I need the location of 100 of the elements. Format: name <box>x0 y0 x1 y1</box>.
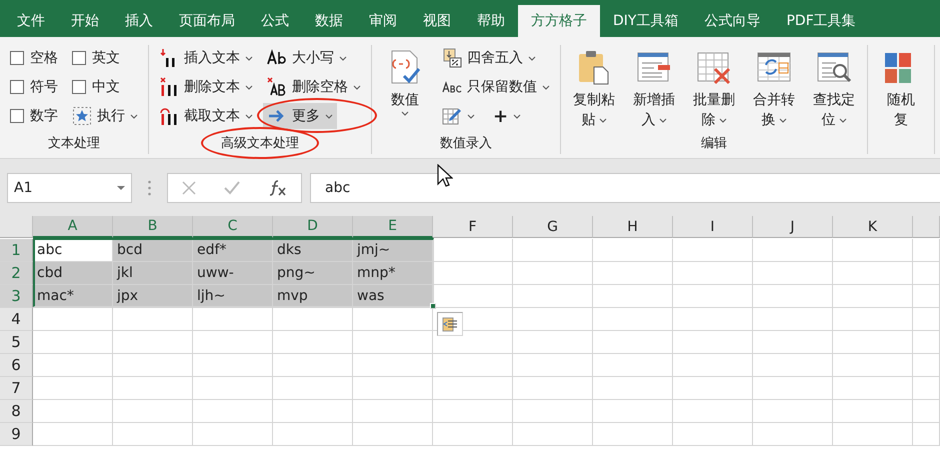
column-header[interactable]: A <box>33 216 113 238</box>
row-header[interactable]: 2 <box>0 262 33 285</box>
table-cell[interactable] <box>433 377 513 400</box>
table-cell[interactable] <box>673 400 753 423</box>
ribbon-large-button[interactable]: 复制粘 贴 <box>567 45 621 134</box>
table-cell[interactable] <box>193 354 273 377</box>
table-cell[interactable] <box>753 331 833 354</box>
table-cell[interactable] <box>913 285 940 308</box>
table-cell[interactable] <box>513 262 593 285</box>
table-cell[interactable] <box>673 239 753 262</box>
ribbon-large-button[interactable]: 查找定 位 <box>807 45 861 134</box>
table-cell[interactable] <box>753 423 833 446</box>
table-cell[interactable] <box>513 285 593 308</box>
table-cell[interactable]: dks <box>273 239 353 262</box>
column-header[interactable]: E <box>353 216 433 238</box>
table-cell[interactable] <box>113 331 193 354</box>
ribbon-tab[interactable]: 开始 <box>58 5 112 37</box>
checkbox[interactable] <box>10 51 24 65</box>
table-cell[interactable] <box>513 377 593 400</box>
table-cell[interactable] <box>513 331 593 354</box>
ribbon-button[interactable]: 插入文本 <box>155 45 257 71</box>
checkbox[interactable] <box>10 109 24 123</box>
row-header[interactable]: 7 <box>0 377 33 400</box>
ribbon-tab[interactable]: 方方格子 <box>518 5 600 37</box>
table-cell[interactable] <box>353 308 433 331</box>
table-cell[interactable] <box>913 262 940 285</box>
table-cell[interactable] <box>593 262 673 285</box>
table-cell[interactable]: mnp* <box>353 262 433 285</box>
ribbon-tab[interactable]: 数据 <box>302 5 356 37</box>
ribbon-large-button[interactable]: 数值 <box>378 45 432 134</box>
ribbon-large-button[interactable]: 随机 复 <box>874 45 928 154</box>
table-cell[interactable] <box>113 400 193 423</box>
table-cell[interactable] <box>273 331 353 354</box>
table-cell[interactable] <box>753 285 833 308</box>
table-cell[interactable] <box>913 331 940 354</box>
table-cell[interactable] <box>113 377 193 400</box>
table-cell[interactable] <box>193 423 273 446</box>
column-header[interactable]: B <box>113 216 193 238</box>
table-cell[interactable] <box>433 354 513 377</box>
table-cell[interactable] <box>913 308 940 331</box>
ribbon-tab[interactable]: 公式向导 <box>691 5 774 37</box>
table-cell[interactable] <box>193 377 273 400</box>
ribbon-button[interactable]: 只保留数值 <box>438 74 554 100</box>
table-cell[interactable] <box>913 423 940 446</box>
table-cell[interactable] <box>33 423 113 446</box>
column-header[interactable]: G <box>513 216 593 238</box>
table-cell[interactable]: bcd <box>113 239 193 262</box>
table-cell[interactable] <box>753 400 833 423</box>
table-cell[interactable] <box>353 354 433 377</box>
table-cell[interactable] <box>433 400 513 423</box>
ribbon-tab[interactable]: 插入 <box>112 5 166 37</box>
table-cell[interactable] <box>913 377 940 400</box>
table-cell[interactable] <box>593 308 673 331</box>
table-cell[interactable] <box>433 262 513 285</box>
checkbox[interactable] <box>72 51 86 65</box>
table-cell[interactable] <box>593 423 673 446</box>
column-header[interactable]: C <box>193 216 273 238</box>
table-cell[interactable] <box>33 331 113 354</box>
table-cell[interactable] <box>833 423 913 446</box>
formula-field[interactable]: abc <box>310 172 940 202</box>
ribbon-button[interactable]: 截取文本 <box>155 103 257 129</box>
table-cell[interactable] <box>593 331 673 354</box>
table-cell[interactable] <box>833 262 913 285</box>
table-cell[interactable] <box>833 308 913 331</box>
table-cell[interactable] <box>913 400 940 423</box>
ribbon-button[interactable]: 大小写 <box>263 45 351 71</box>
paste-options-menu[interactable] <box>437 312 463 336</box>
table-cell[interactable]: mvp <box>273 285 353 308</box>
ribbon-tab[interactable]: 页面布局 <box>166 5 248 37</box>
table-cell[interactable] <box>833 354 913 377</box>
row-header[interactable]: 4 <box>0 308 33 331</box>
table-cell[interactable] <box>593 400 673 423</box>
table-cell[interactable] <box>673 308 753 331</box>
table-cell[interactable] <box>513 423 593 446</box>
table-cell[interactable] <box>833 377 913 400</box>
table-cell[interactable]: cbd <box>33 262 113 285</box>
table-cell[interactable]: png~ <box>273 262 353 285</box>
table-cell[interactable] <box>113 308 193 331</box>
ribbon-button[interactable]: 删除空格 <box>263 74 365 100</box>
ribbon-tab[interactable]: DIY工具箱 <box>600 5 692 37</box>
table-cell[interactable] <box>673 377 753 400</box>
table-cell[interactable] <box>593 239 673 262</box>
column-header[interactable]: I <box>673 216 753 238</box>
table-cell[interactable] <box>513 239 593 262</box>
ribbon-tab[interactable]: 视图 <box>410 5 464 37</box>
row-header[interactable]: 9 <box>0 423 33 446</box>
checkbox[interactable] <box>72 80 86 94</box>
table-cell[interactable]: edf* <box>193 239 273 262</box>
checkbox[interactable] <box>10 80 24 94</box>
table-cell[interactable] <box>673 423 753 446</box>
table-cell[interactable] <box>513 400 593 423</box>
table-cell[interactable] <box>353 377 433 400</box>
row-header[interactable]: 3 <box>0 285 33 308</box>
table-cell[interactable] <box>753 377 833 400</box>
table-cell[interactable]: jpx <box>113 285 193 308</box>
table-cell[interactable] <box>913 239 940 262</box>
ribbon-button[interactable]: 执行 <box>68 103 142 129</box>
table-cell[interactable] <box>593 285 673 308</box>
table-cell[interactable] <box>753 354 833 377</box>
table-cell[interactable] <box>513 354 593 377</box>
